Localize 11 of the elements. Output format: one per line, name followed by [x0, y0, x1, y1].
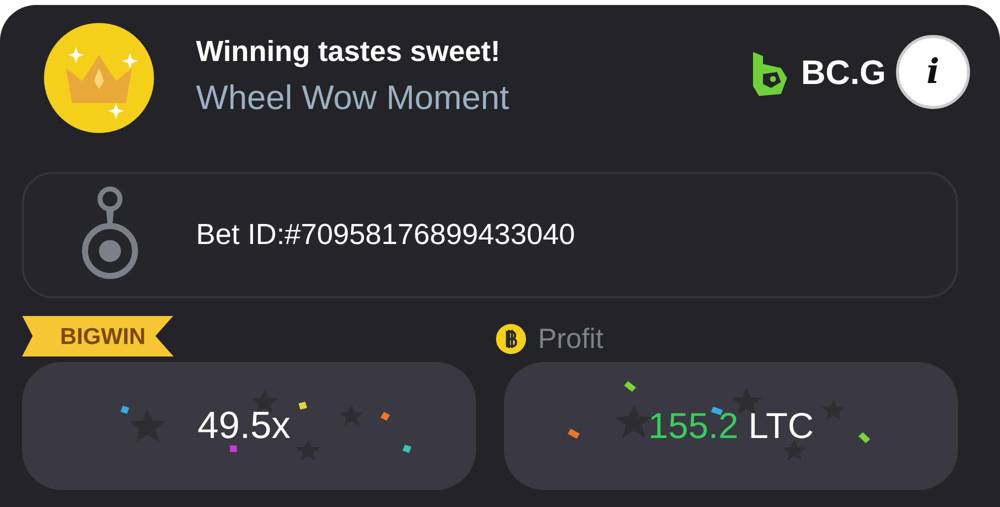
bet-id: Bet ID:#70958176899433040	[196, 218, 575, 252]
bigwin-ribbon: BIGWIN	[22, 316, 174, 356]
bitcoin-coin-icon	[496, 324, 526, 354]
profit-label: Profit	[538, 323, 604, 355]
subtitle: Wheel Wow Moment	[196, 78, 510, 118]
info-button[interactable]: i	[896, 35, 970, 109]
logo-text: BC.G	[801, 54, 886, 93]
title: Winning tastes sweet!	[196, 36, 502, 68]
multiplier-value: 49.5x	[198, 404, 290, 448]
profit-amount: 155.2 LTC	[648, 405, 814, 447]
crown-coin-icon	[44, 22, 154, 132]
